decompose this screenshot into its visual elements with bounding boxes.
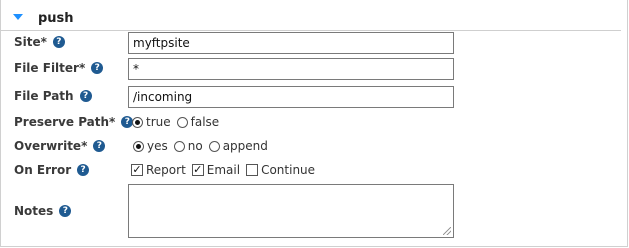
help-icon[interactable]: ? — [77, 164, 90, 176]
preserve-path-true-radio[interactable] — [132, 116, 143, 128]
notes-textarea[interactable] — [128, 184, 454, 238]
email-checkbox[interactable]: ✓ — [191, 164, 204, 176]
overwrite-no-label: no — [187, 139, 203, 153]
resize-grip-icon[interactable] — [443, 227, 451, 235]
file-path-label: File Path — [14, 89, 74, 103]
site-row: Site* ? — [1, 32, 621, 54]
report-checkbox[interactable]: ✓ — [131, 164, 143, 176]
file-path-input[interactable] — [128, 86, 454, 108]
on-error-row: On Error ? ✓ Report ✓ Email Continue — [1, 160, 621, 182]
help-icon[interactable]: ? — [79, 90, 92, 102]
overwrite-options: yes no append — [133, 139, 274, 153]
help-icon[interactable]: ? — [52, 36, 65, 48]
triangle-down-icon[interactable] — [13, 14, 23, 20]
continue-label: Continue — [261, 163, 316, 177]
file-filter-label: File Filter* — [14, 61, 86, 75]
notes-row: Notes ? — [1, 184, 621, 240]
preserve-path-options: true false — [132, 115, 225, 129]
on-error-options: ✓ Report ✓ Email Continue — [131, 163, 321, 177]
overwrite-row: Overwrite* ? yes no append — [1, 136, 621, 158]
help-icon[interactable]: ? — [91, 62, 104, 74]
overwrite-no-radio[interactable] — [173, 140, 185, 152]
overwrite-label: Overwrite* — [14, 139, 88, 153]
notes-label: Notes — [14, 204, 54, 218]
preserve-path-row: Preserve Path* ? true false — [1, 112, 621, 134]
file-path-row: File Path ? — [1, 86, 621, 108]
help-icon[interactable]: ? — [59, 205, 72, 217]
overwrite-append-radio[interactable] — [208, 140, 220, 152]
section-header[interactable]: push — [1, 8, 621, 31]
site-input[interactable] — [128, 32, 454, 54]
site-label: Site* — [14, 35, 47, 49]
push-panel: push Site* ? File Filter* ? File Path ? … — [0, 0, 628, 247]
file-filter-input[interactable] — [128, 58, 454, 80]
overwrite-append-label: append — [222, 139, 268, 153]
preserve-path-true-label: true — [146, 115, 171, 129]
on-error-label: On Error — [14, 163, 72, 177]
section-title: push — [38, 11, 74, 26]
overwrite-yes-label: yes — [147, 139, 168, 153]
preserve-path-false-radio[interactable] — [176, 116, 188, 128]
continue-checkbox[interactable] — [246, 164, 259, 176]
preserve-path-false-label: false — [190, 115, 220, 129]
email-label: Email — [206, 163, 241, 177]
file-filter-row: File Filter* ? — [1, 58, 621, 80]
help-icon[interactable]: ? — [93, 140, 106, 152]
report-label: Report — [146, 163, 186, 177]
overwrite-yes-radio[interactable] — [133, 140, 144, 152]
preserve-path-label: Preserve Path* — [14, 115, 116, 129]
